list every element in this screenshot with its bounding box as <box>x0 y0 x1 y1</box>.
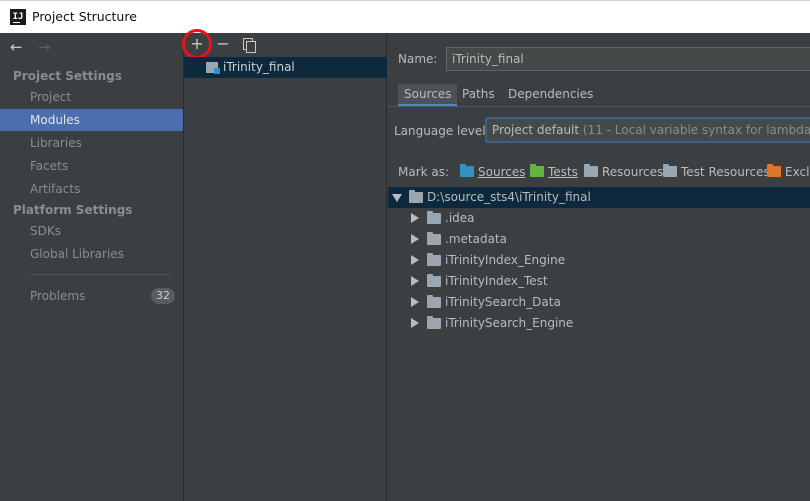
forward-arrow-icon[interactable]: → <box>38 38 51 56</box>
mark-as-sources-label: Sources <box>478 165 526 179</box>
module-name: iTrinity_final <box>223 60 295 74</box>
sidebar-divider <box>30 274 170 275</box>
tab-sources[interactable]: Sources <box>398 84 458 106</box>
sidebar-item-modules[interactable]: Modules <box>0 109 183 131</box>
expand-arrow-icon[interactable] <box>411 213 419 223</box>
sidebar-item-sdks[interactable]: SDKs <box>0 220 183 242</box>
mark-as-test-resources-button[interactable]: Test Resources <box>663 164 770 179</box>
tree-item-label: iTrinitySearch_Engine <box>445 316 574 330</box>
settings-sidebar: ← → Project Settings Project Modules Lib… <box>0 33 184 501</box>
collapse-arrow-icon[interactable] <box>392 194 402 202</box>
sidebar-item-label: Problems <box>30 289 86 303</box>
name-label: Name: <box>398 52 438 66</box>
expand-arrow-icon[interactable] <box>411 297 419 307</box>
mark-as-sources-button[interactable]: Sources <box>460 164 526 179</box>
language-level-label: Language level: <box>394 124 490 138</box>
mark-as-tests-button[interactable]: Tests <box>530 164 578 179</box>
excluded-folder-icon <box>767 164 781 177</box>
mark-as-label: Mark as: <box>398 165 450 179</box>
content-root-path: D:\source_sts4\iTrinity_final <box>427 190 591 204</box>
sidebar-item-libraries[interactable]: Libraries <box>0 132 183 154</box>
intellij-logo-icon: IJ <box>10 9 26 25</box>
expand-arrow-icon[interactable] <box>411 255 419 265</box>
module-details-panel: Name: Sources Paths Dependencies Languag… <box>388 33 810 501</box>
copy-icon[interactable] <box>243 38 256 53</box>
tree-row[interactable]: iTrinitySearch_Data <box>388 292 810 313</box>
folder-icon <box>409 190 423 203</box>
back-arrow-icon[interactable]: ← <box>10 38 23 56</box>
red-highlight-circle <box>182 29 212 59</box>
tree-item-label: iTrinityIndex_Test <box>445 274 548 288</box>
problems-count-badge: 32 <box>151 288 175 304</box>
language-level-hint: (11 - Local variable syntax for lambda p… <box>582 123 810 137</box>
language-level-value: Project default <box>492 123 580 137</box>
module-list-item[interactable]: iTrinity_final <box>184 57 387 78</box>
sidebar-item-project[interactable]: Project <box>0 86 183 108</box>
tab-dependencies[interactable]: Dependencies <box>502 84 599 106</box>
mark-as-test-resources-label: Test Resources <box>681 165 770 179</box>
modules-panel: + − iTrinity_final <box>182 29 387 501</box>
mark-as-tests-label: Tests <box>548 165 578 179</box>
tree-row[interactable]: iTrinitySearch_Engine <box>388 313 810 334</box>
test-resources-folder-icon <box>663 164 677 177</box>
tab-separator <box>388 106 810 107</box>
tree-row[interactable]: iTrinityIndex_Test <box>388 271 810 292</box>
sources-folder-icon <box>460 164 474 177</box>
title-bar: IJ Project Structure <box>0 0 810 33</box>
sidebar-item-global-libraries[interactable]: Global Libraries <box>0 243 183 265</box>
tree-row[interactable]: iTrinityIndex_Engine <box>388 250 810 271</box>
folder-icon <box>427 253 441 266</box>
mark-as-excluded-button[interactable]: Excluded <box>767 164 810 179</box>
tab-paths[interactable]: Paths <box>456 84 501 106</box>
tree-item-label: .idea <box>445 211 475 225</box>
expand-arrow-icon[interactable] <box>411 276 419 286</box>
tree-row[interactable]: .metadata <box>388 229 810 250</box>
tree-item-label: iTrinityIndex_Engine <box>445 253 566 267</box>
mark-as-resources-button[interactable]: Resources <box>584 164 664 179</box>
add-module-button[interactable]: + <box>182 29 212 59</box>
platform-settings-header: Platform Settings <box>13 203 133 217</box>
sidebar-item-facets[interactable]: Facets <box>0 155 183 177</box>
folder-icon <box>427 274 441 287</box>
project-settings-header: Project Settings <box>13 69 122 83</box>
expand-arrow-icon[interactable] <box>411 318 419 328</box>
tree-row[interactable]: .idea <box>388 208 810 229</box>
window-title: Project Structure <box>32 9 137 24</box>
tests-folder-icon <box>530 164 544 177</box>
expand-arrow-icon[interactable] <box>411 234 419 244</box>
folder-icon <box>427 211 441 224</box>
remove-module-button[interactable]: − <box>214 35 232 53</box>
sidebar-item-problems[interactable]: Problems 32 <box>0 285 183 307</box>
content-root-row[interactable]: D:\source_sts4\iTrinity_final <box>388 187 810 208</box>
modules-toolbar: + − <box>182 29 387 59</box>
folder-icon <box>427 232 441 245</box>
minus-icon: − <box>216 34 230 53</box>
module-name-field[interactable] <box>446 47 810 71</box>
folder-icon <box>427 316 441 329</box>
language-level-select[interactable]: Project default (11 - Local variable syn… <box>485 117 810 143</box>
mark-as-excluded-label: Excluded <box>785 165 810 179</box>
module-icon <box>206 62 220 74</box>
folder-icon <box>427 295 441 308</box>
tree-item-label: .metadata <box>445 232 507 246</box>
mark-as-resources-label: Resources <box>602 165 664 179</box>
sidebar-item-artifacts[interactable]: Artifacts <box>0 178 183 200</box>
tree-item-label: iTrinitySearch_Data <box>445 295 561 309</box>
resources-folder-icon <box>584 164 598 177</box>
